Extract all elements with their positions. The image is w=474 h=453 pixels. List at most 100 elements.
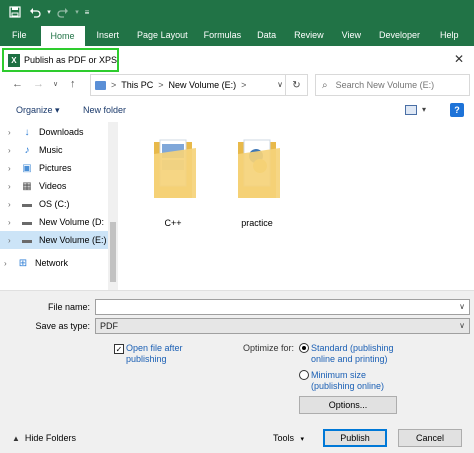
folder-item-practice[interactable]: practice	[222, 134, 292, 229]
nav-item-label: OS (C:)	[39, 199, 70, 209]
tab-view[interactable]: View	[332, 24, 369, 46]
save-as-type-select[interactable]: PDF ∨	[95, 318, 470, 334]
breadcrumb-new-volume-e[interactable]: New Volume (E:)	[169, 80, 237, 90]
nav-scrollbar-thumb[interactable]	[110, 222, 116, 282]
chevron-up-icon: ▲	[12, 433, 20, 443]
nav-item-new-volume-e[interactable]: › ▬ New Volume (E:)	[0, 231, 110, 249]
tab-developer[interactable]: Developer	[369, 24, 428, 46]
nav-item-downloads[interactable]: › ↓ Downloads	[0, 123, 110, 141]
tab-review[interactable]: Review	[284, 24, 332, 46]
drive-icon: ▬	[22, 234, 32, 246]
refresh-icon[interactable]: ↻	[285, 75, 307, 95]
tab-file[interactable]: File	[0, 24, 41, 46]
tab-home[interactable]: Home	[40, 26, 85, 46]
address-row: ← → ∨ ↑ > This PC > New Volume (E:) > ∨ …	[0, 72, 474, 98]
customize-qat-icon[interactable]: ≡	[81, 2, 93, 22]
cancel-button[interactable]: Cancel	[398, 429, 462, 447]
nav-item-music[interactable]: › ♪ Music	[0, 141, 110, 159]
folder-name: practice	[241, 218, 273, 228]
expand-chevron-icon[interactable]: ›	[8, 200, 20, 209]
tab-page-layout[interactable]: Page Layout	[127, 24, 196, 46]
tools-menu[interactable]: Tools ▾	[273, 433, 304, 443]
nav-item-label: Pictures	[39, 163, 72, 173]
folder-icon	[238, 139, 280, 198]
file-name-field[interactable]: ∨	[95, 299, 470, 315]
undo-icon[interactable]	[25, 2, 45, 22]
recent-locations-icon[interactable]: ∨	[53, 80, 58, 88]
tab-insert[interactable]: Insert	[85, 24, 128, 46]
excel-app-icon: X	[8, 53, 20, 67]
expand-chevron-icon[interactable]: ›	[8, 128, 20, 137]
nav-item-os-c[interactable]: › ▬ OS (C:)	[0, 195, 110, 213]
hide-folders-button[interactable]: ▲ Hide Folders	[12, 433, 76, 443]
breadcrumb-this-pc[interactable]: This PC	[121, 80, 153, 90]
forward-arrow-icon[interactable]: →	[33, 78, 44, 90]
undo-dropdown-icon[interactable]: ▾	[45, 2, 53, 22]
standard-line2: online and printing)	[311, 354, 388, 364]
publish-button[interactable]: Publish	[323, 429, 387, 447]
download-icon: ↓	[24, 126, 30, 138]
save-options-panel: File name: ∨ Save as type: PDF ∨ ✓ Open …	[0, 290, 474, 453]
change-view-icon[interactable]	[405, 105, 417, 115]
address-dropdown-icon[interactable]: ∨	[277, 80, 283, 89]
minimum-size-option-label[interactable]: Minimum size (publishing online)	[311, 370, 384, 392]
minimum-size-radio[interactable]	[299, 370, 309, 380]
folder-item-cpp[interactable]: C++	[138, 134, 208, 229]
dialog-titlebar: X Publish as PDF or XPS ✕	[0, 46, 474, 72]
tab-data[interactable]: Data	[249, 24, 284, 46]
navigation-pane: › ↓ Downloads › ♪ Music › ▣ Pictures › ▦…	[0, 122, 118, 290]
optimize-for-label: Optimize for:	[243, 343, 295, 353]
save-as-type-dropdown-icon[interactable]: ∨	[459, 321, 465, 330]
organize-button[interactable]: Organize ▾	[16, 105, 60, 116]
file-name-dropdown-icon[interactable]: ∨	[459, 302, 465, 311]
open-after-line2: publishing	[126, 354, 167, 364]
computer-icon	[95, 80, 106, 90]
drive-icon: ▬	[22, 198, 32, 210]
expand-chevron-icon[interactable]: ›	[8, 236, 20, 245]
view-dropdown-icon[interactable]: ▾	[422, 105, 426, 114]
nav-item-pictures[interactable]: › ▣ Pictures	[0, 159, 110, 177]
expand-chevron-icon[interactable]: ›	[8, 164, 20, 173]
close-icon[interactable]: ✕	[454, 52, 464, 66]
tools-dropdown-icon: ▾	[300, 436, 305, 443]
expand-chevron-icon[interactable]: ›	[4, 259, 16, 268]
new-folder-button[interactable]: New folder	[83, 105, 126, 115]
search-input[interactable]	[335, 80, 456, 90]
expand-chevron-icon[interactable]: ›	[8, 182, 20, 191]
minimum-line1: Minimum size	[311, 370, 367, 380]
command-bar: Organize ▾ New folder ▾ ?	[0, 100, 474, 122]
save-as-type-label: Save as type:	[35, 321, 90, 331]
open-after-publishing-label[interactable]: Open file after publishing	[126, 343, 183, 365]
address-bar[interactable]: > This PC > New Volume (E:) > ∨ ↻	[90, 74, 308, 96]
nav-item-network[interactable]: › ⊞ Network	[0, 254, 110, 272]
nav-item-videos[interactable]: › ▦ Videos	[0, 177, 110, 195]
excel-ribbon: ▾ ▾ ≡ File Home Insert Page Layout Formu…	[0, 0, 474, 46]
tab-formulas[interactable]: Formulas	[196, 24, 250, 46]
standard-radio[interactable]	[299, 343, 309, 353]
search-icon: ⌕	[322, 79, 328, 91]
back-arrow-icon[interactable]: ←	[12, 78, 23, 90]
help-button[interactable]: ?	[450, 103, 464, 117]
nav-scrollbar[interactable]	[108, 122, 118, 290]
redo-icon[interactable]	[53, 2, 73, 22]
nav-item-label: Music	[39, 145, 63, 155]
breadcrumb-separator: >	[158, 80, 164, 90]
expand-chevron-icon[interactable]: ›	[8, 218, 20, 227]
nav-item-label: New Volume (E:)	[39, 235, 107, 245]
options-button[interactable]: Options...	[299, 396, 397, 414]
breadcrumb-separator: >	[111, 80, 117, 90]
tools-label: Tools	[273, 433, 295, 443]
hide-folders-label: Hide Folders	[24, 433, 76, 443]
save-icon[interactable]	[5, 2, 25, 22]
standard-option-label[interactable]: Standard (publishing online and printing…	[311, 343, 394, 365]
open-after-publishing-checkbox[interactable]: ✓	[114, 344, 124, 354]
expand-chevron-icon[interactable]: ›	[8, 146, 20, 155]
nav-item-label: Downloads	[39, 127, 84, 137]
file-list: C++ practice	[120, 122, 474, 290]
nav-item-new-volume-d[interactable]: › ▬ New Volume (D:	[0, 213, 110, 231]
redo-dropdown-icon[interactable]: ▾	[73, 2, 81, 22]
tab-help[interactable]: Help	[428, 24, 467, 46]
nav-item-label: New Volume (D:	[39, 217, 105, 227]
up-arrow-icon[interactable]: ↑	[70, 78, 76, 90]
search-box[interactable]: ⌕	[315, 74, 470, 96]
